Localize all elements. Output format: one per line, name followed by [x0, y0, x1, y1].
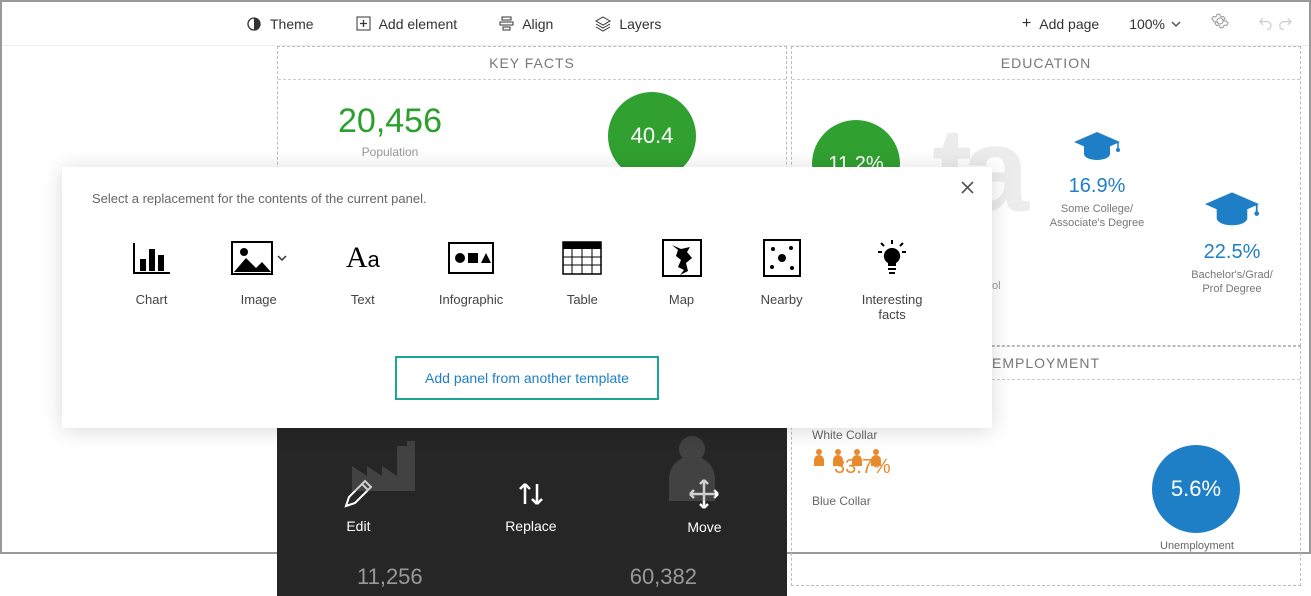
white-collar-pct: 33.7%	[834, 456, 891, 479]
add-page-button[interactable]: + Add page	[1022, 15, 1099, 33]
table-option[interactable]: Table	[562, 236, 602, 322]
nearby-label: Nearby	[761, 292, 803, 307]
zoom-dropdown[interactable]: 100%	[1129, 16, 1181, 32]
add-element-label: Add element	[379, 16, 458, 32]
image-option[interactable]: Image	[231, 236, 287, 322]
chart-icon	[132, 236, 172, 280]
median-age-value: 40.4	[631, 123, 674, 149]
infographic-option[interactable]: Infographic	[439, 236, 503, 322]
population-label: Population	[338, 145, 442, 159]
ol-text: ol	[992, 280, 1001, 292]
person-large-icon	[657, 431, 727, 501]
add-element-button[interactable]: Add element	[356, 16, 458, 32]
population-stat: 20,456 Population	[338, 102, 442, 159]
facts-label: Interesting facts	[862, 292, 923, 322]
align-label: Align	[522, 16, 553, 32]
add-panel-link[interactable]: Add panel from another template	[395, 356, 659, 400]
add-panel-link-label: Add panel from another template	[425, 370, 629, 386]
map-label: Map	[669, 292, 694, 307]
add-element-icon	[356, 16, 371, 31]
some-college-lbl: Some College/ Associate's Degree	[1032, 202, 1162, 231]
lightbulb-icon	[872, 236, 912, 280]
map-option[interactable]: Map	[662, 236, 702, 322]
graduation-cap-icon	[1172, 190, 1292, 235]
factory-icon	[347, 436, 427, 496]
text-option[interactable]: Aa Text	[346, 236, 380, 322]
person-icon	[812, 448, 826, 466]
population-value: 20,456	[338, 102, 442, 141]
theme-icon	[246, 16, 262, 32]
align-icon	[499, 16, 514, 31]
move-label: Move	[687, 519, 721, 535]
some-college-stat: 16.9% Some College/ Associate's Degree	[1032, 130, 1162, 231]
text-label: Text	[351, 292, 375, 307]
unemployment-label: Unemployment	[1142, 540, 1252, 552]
redo-icon[interactable]	[1279, 16, 1295, 32]
plus-icon: +	[1022, 15, 1031, 33]
unemployment-circle: 5.6%	[1152, 445, 1240, 533]
replace-button[interactable]: Replace	[505, 478, 556, 534]
layers-button[interactable]: Layers	[595, 16, 661, 32]
theme-button[interactable]: Theme	[246, 16, 314, 32]
align-button[interactable]: Align	[499, 16, 553, 32]
theme-label: Theme	[270, 16, 314, 32]
education-title: EDUCATION	[792, 47, 1300, 80]
nearby-icon	[763, 236, 801, 280]
chevron-down-icon	[1171, 21, 1181, 27]
replace-icon	[515, 478, 547, 510]
close-button[interactable]	[961, 181, 974, 199]
layers-icon	[595, 16, 611, 32]
replace-panel-modal: Select a replacement for the contents of…	[62, 167, 992, 428]
history-buttons	[1259, 16, 1295, 32]
table-label: Table	[567, 292, 598, 307]
businesses-count: 11,256	[357, 564, 423, 590]
nearby-option[interactable]: Nearby	[761, 236, 803, 322]
zoom-value: 100%	[1129, 16, 1165, 32]
edit-label: Edit	[346, 518, 370, 534]
toolbar: Theme Add element Align Layers + Add pag…	[2, 2, 1309, 46]
facts-option[interactable]: Interesting facts	[862, 236, 923, 322]
keyfacts-title: KEY FACTS	[278, 47, 786, 80]
panel-action-overlay: Edit Replace Move 11,256 60,382	[277, 416, 787, 596]
infographic-label: Infographic	[439, 292, 503, 307]
modal-title: Select a replacement for the contents of…	[92, 191, 962, 206]
map-icon	[662, 236, 702, 280]
bachelor-lbl: Bachelor's/Grad/ Prof Degree	[1172, 268, 1292, 297]
image-icon	[231, 236, 287, 280]
text-icon: Aa	[346, 236, 380, 280]
unemployment-value: 5.6%	[1171, 476, 1221, 502]
bachelor-stat: 22.5% Bachelor's/Grad/ Prof Degree	[1172, 190, 1292, 297]
chevron-down-icon	[277, 255, 287, 261]
close-icon	[961, 181, 974, 194]
some-college-pct: 16.9%	[1032, 175, 1162, 198]
settings-button[interactable]	[1211, 12, 1229, 35]
white-collar-label: White Collar	[812, 428, 1280, 442]
graduation-cap-icon	[1032, 130, 1162, 169]
gear-icon	[1211, 12, 1229, 30]
layers-label: Layers	[619, 16, 661, 32]
table-icon	[562, 236, 602, 280]
employees-count: 60,382	[630, 564, 697, 590]
undo-icon[interactable]	[1259, 16, 1275, 32]
add-page-label: Add page	[1039, 16, 1099, 32]
infographic-icon	[448, 236, 494, 280]
chart-option[interactable]: Chart	[132, 236, 172, 322]
bachelor-pct: 22.5%	[1172, 241, 1292, 264]
replace-label: Replace	[505, 518, 556, 534]
image-label: Image	[241, 292, 277, 307]
chart-label: Chart	[136, 292, 168, 307]
